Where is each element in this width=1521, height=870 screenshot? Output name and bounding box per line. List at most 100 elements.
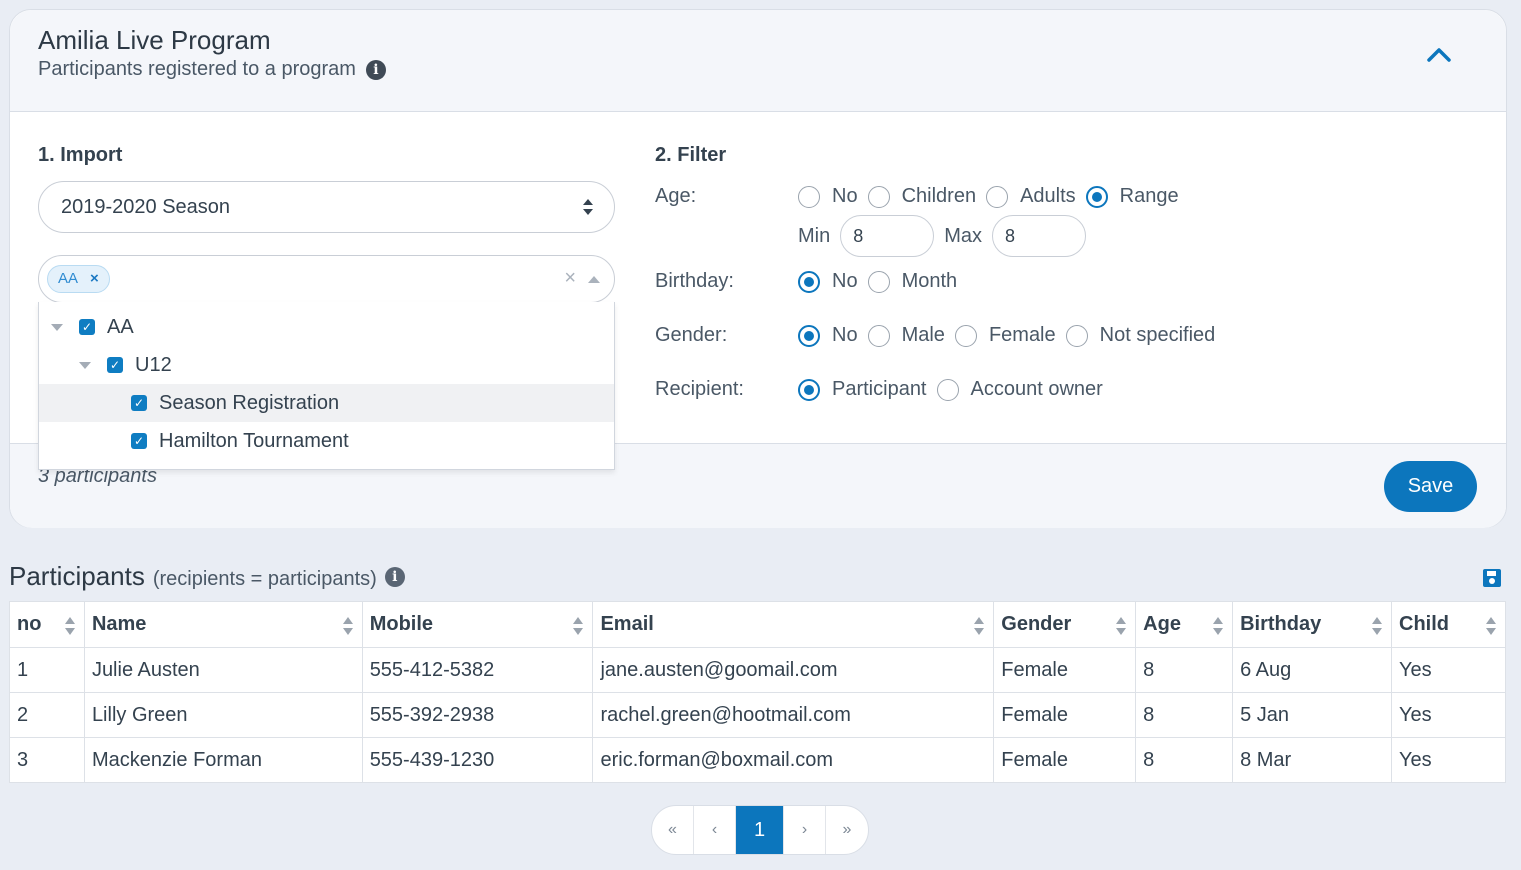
radio-label: No bbox=[832, 185, 858, 207]
table-cell: 2 bbox=[9, 692, 85, 738]
column-header-label: Name bbox=[91, 613, 147, 635]
sort-icon[interactable] bbox=[64, 616, 76, 636]
radio-selected-icon[interactable] bbox=[798, 270, 820, 293]
gender-label: Gender: bbox=[655, 324, 728, 346]
radio-icon[interactable] bbox=[936, 378, 959, 401]
table-header-row: no Name Mobile Email Gender Age Birthday Child bbox=[9, 601, 1506, 648]
program-tag-select[interactable]: AA × × bbox=[38, 255, 615, 303]
caret-down-icon[interactable] bbox=[79, 361, 91, 369]
gender-radio-group: No Male Female Not specified bbox=[798, 324, 1225, 347]
age-option-children[interactable]: Children bbox=[867, 185, 976, 208]
age-option-no[interactable]: No bbox=[798, 185, 858, 208]
sort-icon[interactable] bbox=[973, 616, 985, 636]
column-header-label: Gender bbox=[1001, 613, 1072, 635]
recipient-radio-group: Participant Account owner bbox=[798, 378, 1113, 401]
checkbox-checked-icon[interactable]: ✓ bbox=[131, 433, 147, 449]
recipient-option-account-owner[interactable]: Account owner bbox=[936, 378, 1103, 401]
sort-icon[interactable] bbox=[342, 616, 354, 636]
radio-selected-icon[interactable] bbox=[798, 324, 820, 347]
save-disk-icon[interactable] bbox=[1482, 568, 1502, 588]
sort-icon[interactable] bbox=[1371, 616, 1383, 636]
column-header[interactable]: Gender bbox=[993, 601, 1137, 648]
recipient-option-participant[interactable]: Participant bbox=[798, 378, 927, 401]
panel-subtitle-text: Participants registered to a program bbox=[38, 58, 356, 80]
prev-page-button[interactable]: ‹ bbox=[694, 806, 736, 854]
column-header[interactable]: Mobile bbox=[361, 601, 594, 648]
first-page-button[interactable]: « bbox=[652, 806, 694, 854]
age-option-adults[interactable]: Adults bbox=[986, 185, 1076, 208]
tree-item-aa[interactable]: ✓ AA bbox=[39, 308, 614, 346]
birthday-option-no[interactable]: No bbox=[798, 270, 858, 293]
tree-item-label: U12 bbox=[135, 353, 172, 376]
column-header[interactable]: Name bbox=[83, 601, 363, 648]
gender-option-not-specified[interactable]: Not specified bbox=[1065, 324, 1215, 347]
sort-icon[interactable] bbox=[572, 616, 584, 636]
tree-item-label: AA bbox=[107, 315, 134, 338]
table-cell: 8 bbox=[1135, 692, 1234, 738]
table-cell: Yes bbox=[1391, 647, 1506, 693]
column-header[interactable]: Child bbox=[1391, 601, 1506, 648]
table-cell: Lilly Green bbox=[83, 692, 363, 738]
sort-icon[interactable] bbox=[1485, 616, 1497, 636]
table-cell: 3 bbox=[9, 737, 85, 783]
age-option-range[interactable]: Range bbox=[1085, 185, 1179, 208]
clear-icon[interactable]: × bbox=[564, 267, 576, 290]
checkbox-checked-icon[interactable]: ✓ bbox=[107, 357, 123, 373]
table-row: 3 Mackenzie Forman 555-439-1230 eric.forman… bbox=[9, 737, 1506, 783]
save-button[interactable]: Save bbox=[1384, 461, 1477, 512]
radio-icon[interactable] bbox=[867, 324, 890, 347]
radio-icon[interactable] bbox=[867, 270, 890, 293]
season-select[interactable]: 2019-2020 Season bbox=[38, 181, 615, 233]
column-header[interactable]: no bbox=[9, 601, 85, 648]
caret-down-icon[interactable] bbox=[51, 323, 63, 331]
table-cell: Yes bbox=[1391, 692, 1506, 738]
age-max-input[interactable]: 8 bbox=[992, 215, 1087, 257]
info-icon[interactable]: i bbox=[365, 59, 386, 80]
program-panel: Amilia Live Program Participants registe… bbox=[9, 9, 1507, 528]
caret-up-icon[interactable] bbox=[588, 276, 600, 283]
table-cell: 555-392-2938 bbox=[361, 692, 594, 738]
radio-selected-icon[interactable] bbox=[798, 378, 820, 401]
panel-title: Amilia Live Program bbox=[38, 25, 271, 55]
select-arrows-icon bbox=[583, 199, 593, 215]
page-1-button[interactable]: 1 bbox=[736, 806, 784, 854]
table-cell: Female bbox=[993, 737, 1137, 783]
table-cell: 555-439-1230 bbox=[361, 737, 594, 783]
tree-item-hamilton-tournament[interactable]: ✓ Hamilton Tournament bbox=[39, 422, 614, 460]
checkbox-checked-icon[interactable]: ✓ bbox=[131, 395, 147, 411]
table-cell: eric.forman@boxmail.com bbox=[592, 737, 995, 783]
table-cell: rachel.green@hootmail.com bbox=[592, 692, 995, 738]
gender-option-no[interactable]: No bbox=[798, 324, 858, 347]
next-page-button[interactable]: › bbox=[784, 806, 826, 854]
gender-option-male[interactable]: Male bbox=[867, 324, 945, 347]
chevron-up-icon[interactable] bbox=[1424, 40, 1454, 66]
age-min-input[interactable]: 8 bbox=[840, 215, 935, 257]
birthday-option-month[interactable]: Month bbox=[867, 270, 957, 293]
radio-icon[interactable] bbox=[867, 185, 890, 208]
tree-item-season-registration[interactable]: ✓ Season Registration bbox=[39, 384, 614, 422]
radio-icon[interactable] bbox=[954, 324, 977, 347]
column-header[interactable]: Email bbox=[592, 601, 995, 648]
recipient-label: Recipient: bbox=[655, 378, 744, 400]
radio-icon[interactable] bbox=[1065, 324, 1088, 347]
column-header-label: Age bbox=[1143, 613, 1181, 635]
checkbox-checked-icon[interactable]: ✓ bbox=[79, 319, 95, 335]
gender-option-female[interactable]: Female bbox=[954, 324, 1056, 347]
table-cell: 8 bbox=[1135, 737, 1234, 783]
table-cell: Yes bbox=[1391, 737, 1506, 783]
last-page-button[interactable]: » bbox=[826, 806, 868, 854]
info-icon[interactable]: i bbox=[384, 566, 405, 587]
tag-remove-icon[interactable]: × bbox=[90, 266, 99, 292]
column-header[interactable]: Age bbox=[1135, 601, 1234, 648]
table-cell: 5 Jan bbox=[1232, 692, 1392, 738]
column-header[interactable]: Birthday bbox=[1232, 601, 1392, 648]
age-range: Min 8 Max 8 bbox=[798, 215, 1096, 257]
column-header-label: Mobile bbox=[369, 613, 434, 635]
table-cell: Julie Austen bbox=[83, 647, 363, 693]
radio-icon[interactable] bbox=[986, 185, 1009, 208]
radio-selected-icon[interactable] bbox=[1085, 185, 1108, 208]
sort-icon[interactable] bbox=[1115, 616, 1127, 636]
sort-icon[interactable] bbox=[1212, 616, 1224, 636]
tree-item-u12[interactable]: ✓ U12 bbox=[39, 346, 614, 384]
radio-icon[interactable] bbox=[798, 185, 820, 208]
